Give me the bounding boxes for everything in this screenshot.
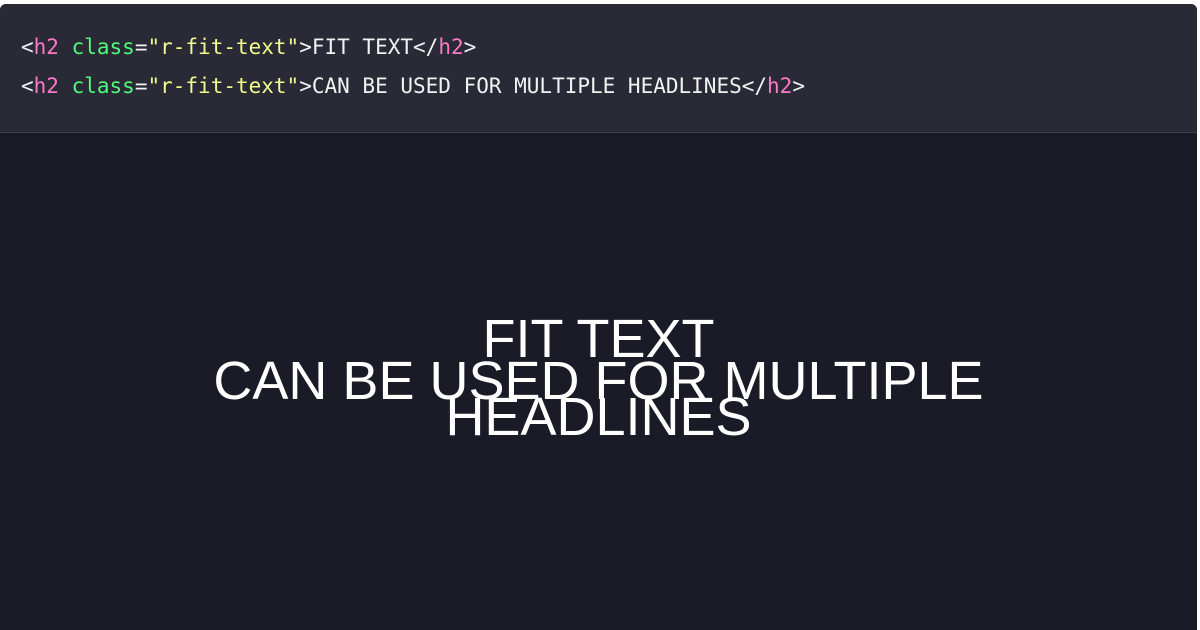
code-punct: </ (741, 74, 768, 98)
code-tag-name: h2 (33, 74, 59, 98)
code-text-content: FIT TEXT (311, 35, 414, 59)
code-attr-name: class (71, 35, 135, 59)
code-tag-name: h2 (438, 35, 464, 59)
multiple-headlines-line-2: HEADLINES (445, 387, 752, 447)
code-punct: < (21, 35, 34, 59)
code-punct: </ (413, 35, 439, 59)
code-tag-name: h2 (767, 74, 793, 98)
code-punct: < (21, 74, 34, 98)
code-line-2: <h2 class="r-fit-text">CAN BE USED FOR M… (21, 71, 805, 101)
code-attr-name: class (71, 74, 135, 98)
code-tag-name: h2 (33, 35, 59, 59)
code-text-content: CAN BE USED FOR MULTIPLE HEADLINES (311, 74, 742, 98)
code-attr-value: "r-fit-text" (147, 35, 300, 59)
code-line-1: <h2 class="r-fit-text">FIT TEXT</h2> (21, 32, 476, 62)
code-equals: = (134, 35, 148, 59)
code-punct: > (299, 35, 312, 59)
code-equals: = (134, 74, 148, 98)
code-punct: > (792, 74, 805, 98)
code-punct: > (299, 74, 312, 98)
code-panel: <h2 class="r-fit-text">FIT TEXT</h2> <h2… (0, 4, 1197, 133)
code-punct: > (463, 35, 477, 59)
preview-area: FIT TEXT CAN BE USED FOR MULTIPLE HEADLI… (0, 133, 1197, 630)
code-attr-value: "r-fit-text" (147, 74, 300, 98)
slide-frame: <h2 class="r-fit-text">FIT TEXT</h2> <h2… (0, 4, 1197, 630)
